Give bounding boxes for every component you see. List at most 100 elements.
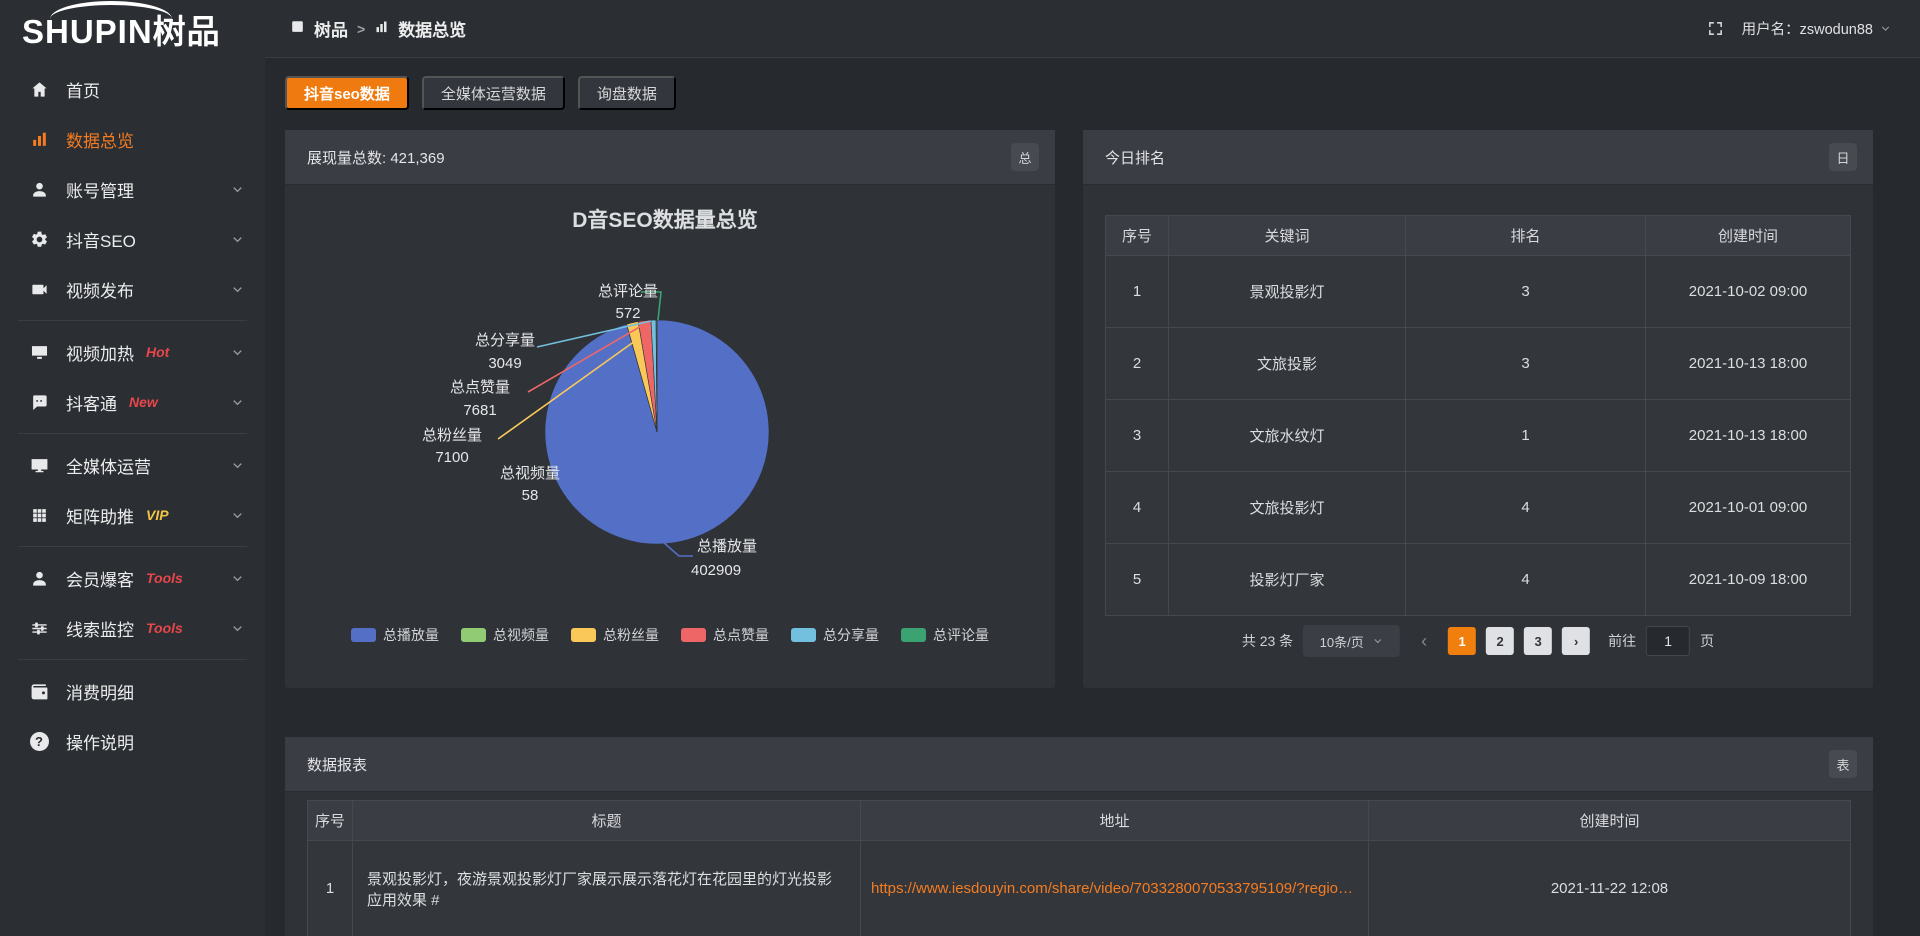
- legend-item-总播放量[interactable]: 总播放量: [351, 625, 439, 645]
- sidebar-item-consume-detail[interactable]: 消费明细: [0, 666, 265, 716]
- tab-media-ops-data[interactable]: 全媒体运营数据: [422, 76, 565, 110]
- tab-douyin-seo-data[interactable]: 抖音seo数据: [285, 76, 409, 110]
- rank-cell: 文旅投影灯: [1169, 472, 1406, 544]
- sidebar-divider: [18, 659, 247, 660]
- page-button-2[interactable]: 2: [1486, 627, 1514, 655]
- legend-swatch: [351, 628, 376, 642]
- sidebar-item-matrix-boost[interactable]: 矩阵助推 VIP: [0, 490, 265, 540]
- rank-cell: 2021-10-13 18:00: [1646, 328, 1851, 400]
- sidebar-item-clue-monitor[interactable]: 线索监控 Tools: [0, 603, 265, 653]
- sidebar: SHUPIN树品 首页 数据总览 账号管理 抖音SEO 视频发布: [0, 0, 265, 936]
- legend-item-总粉丝量[interactable]: 总粉丝量: [571, 625, 659, 645]
- rank-cell: 4: [1406, 544, 1646, 616]
- legend-label: 总视频量: [493, 625, 549, 645]
- rank-cell: 1: [1106, 256, 1169, 328]
- rank-cell: 4: [1406, 472, 1646, 544]
- legend-item-总点赞量[interactable]: 总点赞量: [681, 625, 769, 645]
- legend-swatch: [681, 628, 706, 642]
- sidebar-item-douyin-seo[interactable]: 抖音SEO: [0, 214, 265, 264]
- pie-label-name: 总视频量: [500, 465, 560, 482]
- sidebar-item-data-overview[interactable]: 数据总览: [0, 114, 265, 164]
- report-cell-title: 景观投影灯，夜游景观投影灯厂家展示展示落花灯在花园里的灯光投影应用效果 #: [353, 841, 861, 936]
- breadcrumb-item-shupin[interactable]: 树品: [290, 16, 348, 41]
- report-col-header: 标题: [353, 801, 861, 841]
- page-size-value: 10条/页: [1320, 632, 1364, 651]
- legend-item-总评论量[interactable]: 总评论量: [901, 625, 989, 645]
- app-square-icon: [290, 19, 305, 39]
- chevron-down-icon: [230, 345, 245, 360]
- page-button-1[interactable]: 1: [1448, 627, 1476, 655]
- rank-col-header: 排名: [1406, 216, 1646, 256]
- member-icon: [28, 569, 50, 588]
- goto-page-input[interactable]: [1646, 626, 1690, 656]
- rank-cell: 2021-10-09 18:00: [1646, 544, 1851, 616]
- fullscreen-icon[interactable]: [1707, 20, 1724, 37]
- home-icon: [28, 80, 50, 99]
- sidebar-item-media-ops[interactable]: 全媒体运营: [0, 440, 265, 490]
- sidebar-divider: [18, 546, 247, 547]
- next-page-button[interactable]: ›: [1562, 627, 1590, 655]
- chart-total-toggle-button[interactable]: 总: [1011, 143, 1039, 171]
- page-size-select[interactable]: 10条/页: [1303, 625, 1400, 657]
- legend-item-总分享量[interactable]: 总分享量: [791, 625, 879, 645]
- report-cell-url: https://www.iesdouyin.com/share/video/70…: [861, 841, 1369, 936]
- prev-page-button[interactable]: ‹: [1410, 627, 1438, 655]
- sidebar-item-account-manage[interactable]: 账号管理: [0, 164, 265, 214]
- chevron-down-icon: [1879, 22, 1892, 35]
- report-video-link[interactable]: https://www.iesdouyin.com/share/video/70…: [871, 880, 1358, 897]
- sidebar-item-video-heat[interactable]: 视频加热 Hot: [0, 327, 265, 377]
- wallet-icon: [28, 682, 50, 701]
- rank-table-row: 4文旅投影灯42021-10-01 09:00: [1106, 472, 1851, 544]
- topbar: 树品 > 数据总览 用户名：zswodun88: [265, 0, 1920, 58]
- breadcrumb-label: 数据总览: [398, 16, 466, 41]
- chevron-down-icon: [230, 508, 245, 523]
- chevron-down-icon: [230, 282, 245, 297]
- report-table-toggle-button[interactable]: 表: [1829, 750, 1857, 778]
- sidebar-item-video-publish[interactable]: 视频发布: [0, 264, 265, 314]
- user-icon: [28, 180, 50, 199]
- chart-legend: 总播放量 总视频量 总粉丝量 总点赞量 总分享量 总评论量: [285, 625, 1055, 645]
- legend-label: 总评论量: [933, 625, 989, 645]
- legend-swatch: [571, 628, 596, 642]
- sidebar-divider: [18, 320, 247, 321]
- chevron-down-icon: [1372, 635, 1384, 647]
- rank-table-row: 1景观投影灯32021-10-02 09:00: [1106, 256, 1851, 328]
- pagination-total: 共 23 条: [1242, 631, 1293, 651]
- sidebar-item-douketong[interactable]: 抖客通 New: [0, 377, 265, 427]
- sidebar-item-home[interactable]: 首页: [0, 64, 265, 114]
- rank-table-row: 3文旅水纹灯12021-10-13 18:00: [1106, 400, 1851, 472]
- chart-panel-strip: 展现量总数: 421,369 总: [285, 130, 1055, 185]
- report-table-row: 1景观投影灯，夜游景观投影灯厂家展示展示落花灯在花园里的灯光投影应用效果 #ht…: [308, 841, 1851, 936]
- rank-cell: 景观投影灯: [1169, 256, 1406, 328]
- report-title: 数据报表: [307, 754, 367, 775]
- pie-label-value: 7681: [463, 402, 496, 419]
- user-dropdown[interactable]: 用户名：zswodun88: [1742, 18, 1892, 39]
- legend-swatch: [461, 628, 486, 642]
- sidebar-item-help[interactable]: ? 操作说明: [0, 716, 265, 766]
- report-col-header: 序号: [308, 801, 353, 841]
- nav-badge: VIP: [146, 507, 169, 523]
- nav-badge: Tools: [146, 570, 183, 586]
- chevron-down-icon: [230, 458, 245, 473]
- gear-icon: [28, 230, 50, 249]
- breadcrumb-separator: >: [357, 21, 365, 37]
- rank-cell: 4: [1106, 472, 1169, 544]
- pie-label-value: 58: [522, 487, 539, 504]
- sidebar-item-member-baoke[interactable]: 会员爆客 Tools: [0, 553, 265, 603]
- legend-item-总视频量[interactable]: 总视频量: [461, 625, 549, 645]
- legend-swatch: [901, 628, 926, 642]
- page-button-3[interactable]: 3: [1524, 627, 1552, 655]
- legend-swatch: [791, 628, 816, 642]
- screen-icon: [28, 343, 50, 362]
- mini-bar-chart-icon: [374, 19, 389, 39]
- sidebar-nav: 首页 数据总览 账号管理 抖音SEO 视频发布 视频加热: [0, 58, 265, 766]
- tab-inquiry-data[interactable]: 询盘数据: [578, 76, 676, 110]
- rank-cell: 2021-10-02 09:00: [1646, 256, 1851, 328]
- report-col-header: 地址: [861, 801, 1369, 841]
- brand-logo[interactable]: SHUPIN树品: [0, 0, 265, 58]
- rank-cell: 文旅投影: [1169, 328, 1406, 400]
- breadcrumb-item-data-overview[interactable]: 数据总览: [374, 16, 466, 41]
- rank-cell: 1: [1406, 400, 1646, 472]
- ranking-day-toggle-button[interactable]: 日: [1829, 143, 1857, 171]
- sliders-icon: [28, 619, 50, 638]
